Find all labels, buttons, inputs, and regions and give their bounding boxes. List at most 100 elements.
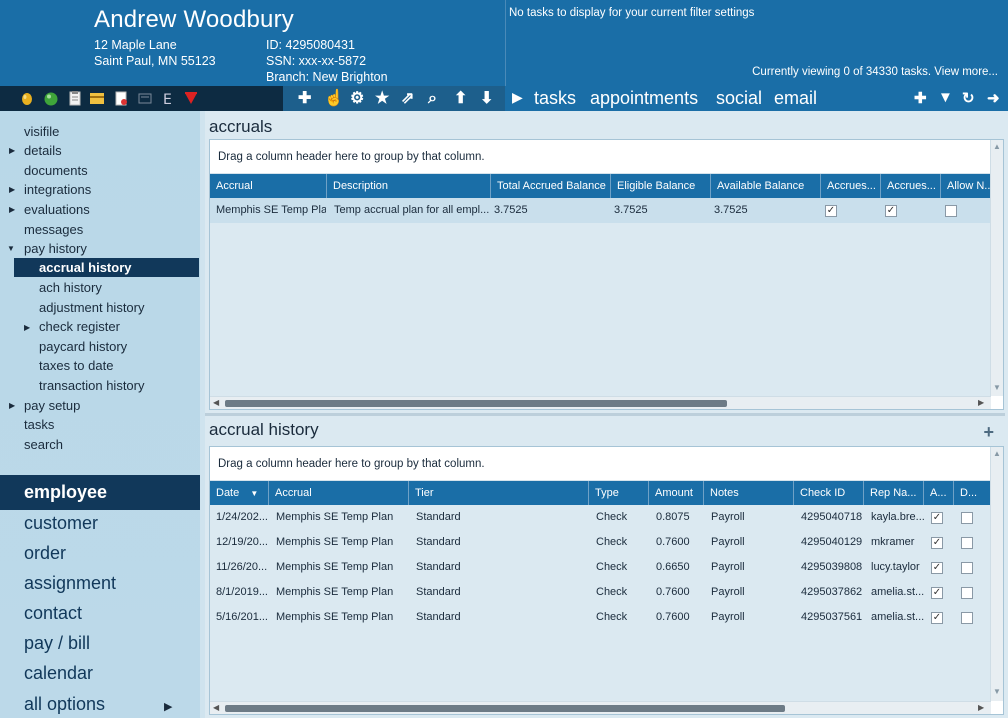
scroll-thumb[interactable] — [225, 400, 727, 407]
nav-contact[interactable]: contact — [24, 598, 82, 628]
group-by-area[interactable]: Drag a column header here to group by th… — [210, 140, 991, 174]
export-icon[interactable]: ⇗ — [401, 89, 414, 108]
chevron-right-icon[interactable]: ▶ — [9, 185, 15, 194]
sidebar-item-search[interactable]: search — [24, 435, 63, 454]
accrues-checkbox[interactable]: ✓ — [825, 205, 837, 217]
d-checkbox[interactable] — [961, 512, 973, 524]
nav-assignment[interactable]: assignment — [24, 568, 116, 598]
table-row[interactable]: 5/16/201... Memphis SE Temp Plan Standar… — [210, 605, 991, 630]
sidebar-item-documents[interactable]: documents — [24, 161, 88, 180]
tab-email[interactable]: email — [774, 88, 817, 109]
sidebar-item-check-register[interactable]: check register — [39, 317, 120, 336]
col-date[interactable]: Date ▼ — [210, 481, 268, 505]
egg-icon[interactable] — [20, 91, 34, 106]
sidebar-item-integrations[interactable]: integrations — [24, 180, 91, 199]
col-type[interactable]: Type — [588, 481, 648, 505]
scroll-up-icon[interactable]: ▲ — [993, 142, 1001, 151]
add-icon[interactable]: + — [983, 422, 994, 443]
sidebar-item-details[interactable]: details — [24, 141, 62, 160]
group-by-area[interactable]: Drag a column header here to group by th… — [210, 447, 991, 481]
hand-pointer-icon[interactable]: ☝ — [324, 89, 344, 108]
sidebar-item-ach-history[interactable]: ach history — [39, 278, 102, 297]
sidebar-item-adjustment-history[interactable]: adjustment history — [39, 298, 145, 317]
col-notes[interactable]: Notes — [703, 481, 793, 505]
a-checkbox[interactable]: ✓ — [931, 587, 943, 599]
chevron-down-icon[interactable]: ▼ — [7, 244, 15, 253]
d-checkbox[interactable] — [961, 562, 973, 574]
col-d[interactable]: D... — [953, 481, 983, 505]
col-accrual[interactable]: Accrual — [210, 174, 326, 198]
scroll-thumb[interactable] — [225, 705, 785, 712]
nav-pay-bill[interactable]: pay / bill — [24, 628, 90, 658]
sidebar-item-tasks[interactable]: tasks — [24, 415, 54, 434]
view-more-link[interactable]: Currently viewing 0 of 34330 tasks. View… — [752, 66, 998, 78]
settings-icon[interactable]: ⚙ — [350, 89, 364, 108]
chevron-right-icon[interactable]: ▶ — [24, 323, 30, 332]
scroll-up-icon[interactable]: ▲ — [993, 449, 1001, 458]
col-total-accrued-balance[interactable]: Total Accrued Balance — [490, 174, 610, 198]
col-accrual[interactable]: Accrual — [268, 481, 408, 505]
accrues-checkbox[interactable]: ✓ — [885, 205, 897, 217]
tab-appointments[interactable]: appointments — [590, 88, 698, 109]
col-allow-n[interactable]: Allow N... — [940, 174, 991, 198]
nav-customer[interactable]: customer — [24, 508, 98, 538]
table-row[interactable]: 1/24/202... Memphis SE Temp Plan Standar… — [210, 505, 991, 530]
a-checkbox[interactable]: ✓ — [931, 537, 943, 549]
table-row[interactable]: 12/19/20... Memphis SE Temp Plan Standar… — [210, 530, 991, 555]
nav-employee[interactable]: employee — [0, 475, 200, 510]
document-icon[interactable] — [68, 91, 82, 106]
vertical-scrollbar[interactable]: ▲ ▼ — [990, 447, 1003, 701]
col-description[interactable]: Description — [326, 174, 490, 198]
chevron-right-icon[interactable]: ▶ — [164, 700, 172, 713]
sidebar-item-paycard-history[interactable]: paycard history — [39, 337, 127, 356]
col-check-id[interactable]: Check ID — [793, 481, 863, 505]
col-rep-name[interactable]: Rep Na... — [863, 481, 923, 505]
sidebar-item-pay-setup[interactable]: pay setup — [24, 396, 80, 415]
allow-negative-checkbox[interactable] — [945, 205, 957, 217]
scroll-right-icon[interactable]: ▶ — [978, 703, 984, 712]
a-checkbox[interactable]: ✓ — [931, 512, 943, 524]
col-available-balance[interactable]: Available Balance — [710, 174, 820, 198]
sidebar-item-taxes-to-date[interactable]: taxes to date — [39, 356, 113, 375]
col-accrues-2[interactable]: Accrues... — [880, 174, 940, 198]
scroll-down-icon[interactable]: ▼ — [993, 383, 1001, 392]
table-row[interactable]: 8/1/2019... Memphis SE Temp Plan Standar… — [210, 580, 991, 605]
d-checkbox[interactable] — [961, 537, 973, 549]
refresh-icon[interactable]: ↻ — [962, 89, 975, 107]
arrow-down-icon[interactable]: ⬇ — [480, 89, 493, 108]
filter-icon[interactable]: ▼ — [938, 89, 953, 106]
col-amount[interactable]: Amount — [648, 481, 703, 505]
col-tier[interactable]: Tier — [408, 481, 588, 505]
scroll-left-icon[interactable]: ◀ — [213, 703, 219, 712]
chevron-right-icon[interactable]: ▶ — [9, 146, 15, 155]
col-accrues-1[interactable]: Accrues... — [820, 174, 880, 198]
horizontal-scrollbar[interactable]: ◀ ▶ — [210, 396, 991, 409]
arrow-up-icon[interactable]: ⬆ — [454, 89, 467, 108]
play-icon[interactable]: ▶ — [512, 89, 523, 106]
status-green-icon[interactable] — [44, 91, 58, 106]
col-eligible-balance[interactable]: Eligible Balance — [610, 174, 710, 198]
nav-order[interactable]: order — [24, 538, 66, 568]
star-icon[interactable]: ★ — [375, 89, 389, 108]
d-checkbox[interactable] — [961, 587, 973, 599]
sidebar-item-evaluations[interactable]: evaluations — [24, 200, 90, 219]
arrow-right-icon[interactable]: ➜ — [987, 89, 1000, 107]
sidebar-item-pay-history[interactable]: pay history — [24, 239, 87, 258]
sidebar-item-transaction-history[interactable]: transaction history — [39, 376, 145, 395]
col-a[interactable]: A... — [923, 481, 953, 505]
nav-all-options[interactable]: all options — [24, 689, 105, 718]
vertical-scrollbar[interactable]: ▲ ▼ — [990, 140, 1003, 396]
a-checkbox[interactable]: ✓ — [931, 612, 943, 624]
sidebar-item-messages[interactable]: messages — [24, 220, 83, 239]
card-icon[interactable] — [90, 91, 104, 106]
splitter[interactable] — [205, 413, 1005, 416]
file-alert-icon[interactable] — [114, 91, 128, 106]
sidebar-item-visifile[interactable]: visifile — [24, 122, 59, 141]
id-card-icon[interactable] — [138, 91, 152, 106]
a-checkbox[interactable]: ✓ — [931, 562, 943, 574]
chevron-right-icon[interactable]: ▶ — [9, 205, 15, 214]
add-task-icon[interactable]: ✚ — [914, 89, 927, 107]
scroll-right-icon[interactable]: ▶ — [978, 398, 984, 407]
chevron-right-icon[interactable]: ▶ — [9, 401, 15, 410]
flag-red-icon[interactable] — [184, 91, 198, 106]
